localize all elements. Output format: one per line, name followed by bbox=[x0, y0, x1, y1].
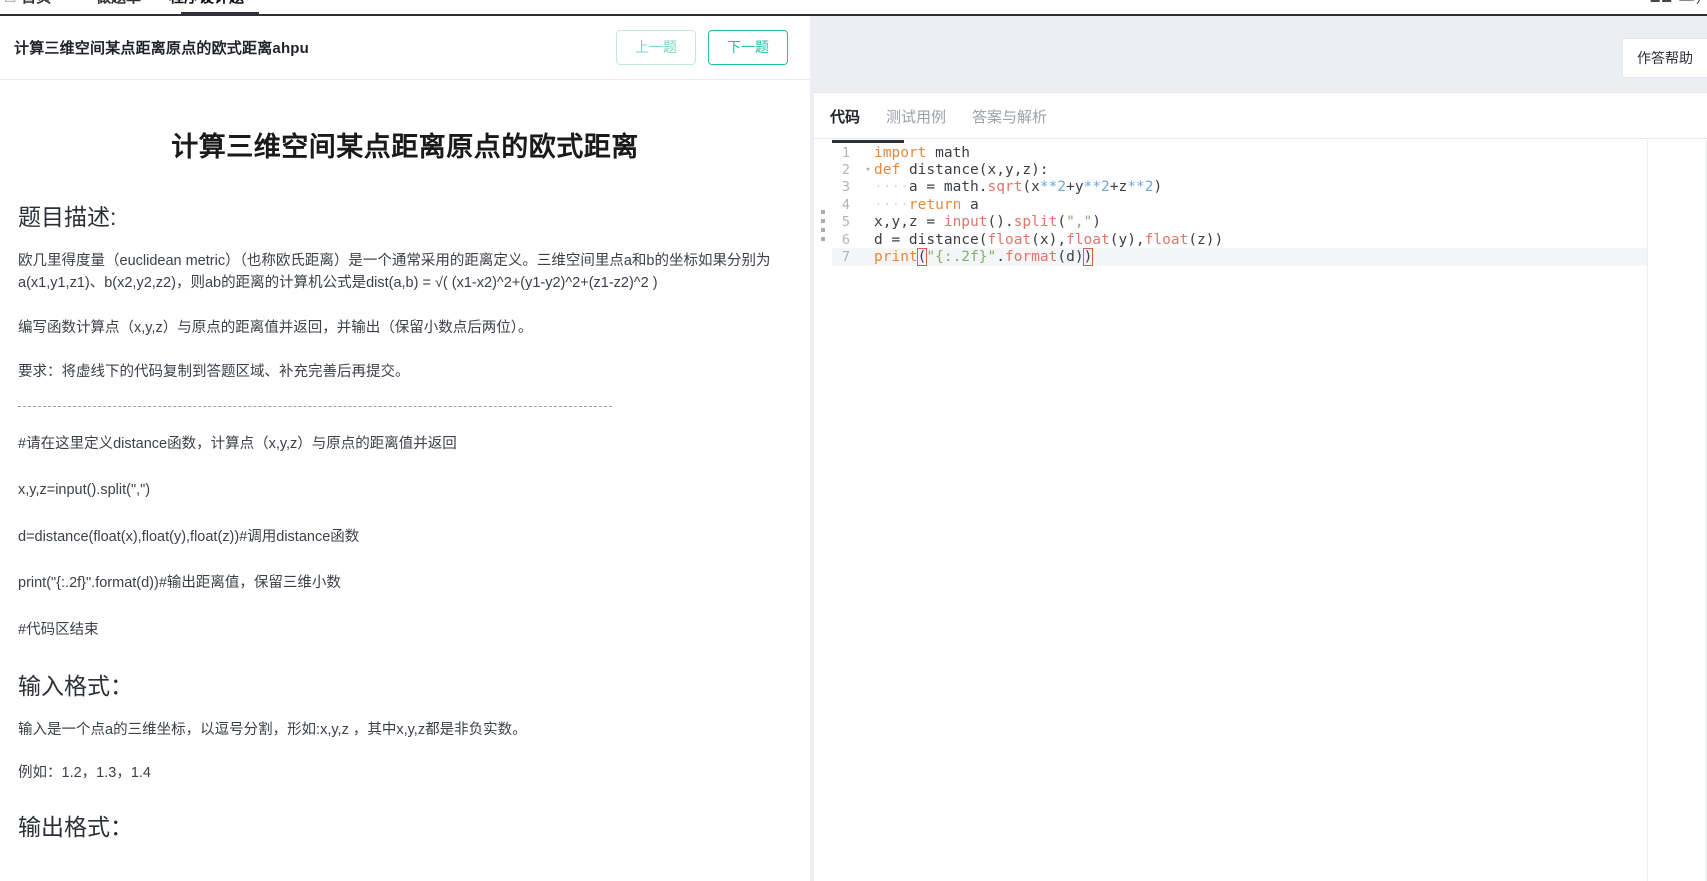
top-nav-item-0[interactable]: ▤ 首页 bbox=[4, 0, 51, 7]
template-line-2: x,y,z=input().split(",") bbox=[18, 482, 151, 499]
description-paragraph-1: 欧几里得度量（euclidean metric）（也称欧氏距离）是一个通常采用的… bbox=[18, 253, 771, 292]
editor-tab-0[interactable]: 代码 bbox=[830, 106, 860, 138]
top-nav-item-label: 做题单 bbox=[96, 0, 141, 7]
editor-minimap-divider bbox=[1647, 140, 1648, 881]
code-line[interactable]: 6 d = distance(float(x),float(y),float(z)… bbox=[832, 231, 1647, 248]
code-line[interactable]: 1 import math bbox=[832, 144, 1647, 161]
question-pane: 计算三维空间某点距离原点的欧式距离ahpu 上一题 下一题 计算三维空间某点距离… bbox=[0, 16, 810, 881]
code-line-text: def distance(x,y,z): bbox=[874, 162, 1049, 179]
drag-handle-icon[interactable] bbox=[821, 210, 825, 246]
editor-tabs: 代码 测试用例 答案与解析 bbox=[814, 93, 1707, 139]
top-nav-item-label: 程序设计题 bbox=[169, 0, 244, 7]
top-nav-item-label: 首页 bbox=[21, 0, 51, 7]
input-format-description: 输入是一个点a的三维坐标，以逗号分割，形如:x,y,z ，其中x,y,z都是非负… bbox=[18, 722, 527, 739]
template-line-4: print("{:.2f}".format(d))#输出距离值，保留三维小数 bbox=[18, 575, 341, 592]
code-line-text: import math bbox=[874, 144, 971, 161]
editor-tab-1[interactable]: 测试用例 bbox=[886, 106, 946, 138]
code-line-number: 7 bbox=[841, 249, 850, 266]
code-line-number: 6 bbox=[841, 231, 850, 248]
problem-heading: 计算三维空间某点距离原点的欧式距离 bbox=[171, 132, 639, 162]
description-heading: 题目描述: bbox=[18, 204, 117, 230]
template-line-3: d=distance(float(x),float(y),float(z))#调… bbox=[18, 528, 360, 545]
page-title: 计算三维空间某点距离原点的欧式距离ahpu bbox=[14, 40, 310, 57]
code-line-text: ····a = math.sqrt(x**2+y**2+z**2) bbox=[874, 179, 1163, 196]
code-line[interactable]: 3 ····a = math.sqrt(x**2+y**2+z**2) bbox=[832, 179, 1647, 196]
template-line-1: #请在这里定义distance函数，计算点（x,y,z）与原点的距离值并返回 bbox=[18, 435, 457, 452]
book-icon: ▤ bbox=[4, 0, 16, 4]
question-body: 计算三维空间某点距离原点的欧式距离 题目描述: 欧几里得度量（euclidean… bbox=[0, 81, 810, 881]
code-editor[interactable]: 1 import math 2 ▾ def distance(x,y,z): 3 ····a… bbox=[814, 140, 1707, 881]
code-line[interactable]: 5 x,y,z = input().split(",") bbox=[832, 214, 1647, 231]
code-line-number: 4 bbox=[841, 196, 850, 213]
dashed-divider bbox=[18, 405, 612, 407]
top-nav-item-1[interactable]: ★ 做题单 bbox=[79, 0, 141, 7]
code-line[interactable]: 4 ····return a bbox=[832, 196, 1647, 213]
answer-help-button[interactable]: 作答帮助 bbox=[1622, 38, 1707, 78]
question-header: 计算三维空间某点距离原点的欧式距离ahpu 上一题 下一题 bbox=[0, 16, 810, 80]
workspace: 计算三维空间某点距离原点的欧式距离ahpu 上一题 下一题 计算三维空间某点距离… bbox=[0, 16, 1707, 881]
output-format-heading: 输出格式： bbox=[18, 814, 133, 841]
input-format-heading: 输入格式： bbox=[18, 673, 133, 700]
editor-topbar: 作答帮助 bbox=[810, 16, 1707, 92]
editor-pane: 作答帮助 代码 测试用例 答案与解析 1 import math 2 ▾ def dista… bbox=[810, 16, 1707, 881]
description-paragraph-2: 编写函数计算点（x,y,z）与原点的距离值并返回，并输出（保留小数点后两位）。 bbox=[18, 319, 533, 336]
code-lines[interactable]: 1 import math 2 ▾ def distance(x,y,z): 3 ····a… bbox=[832, 144, 1647, 881]
editor-gutter-rail bbox=[814, 140, 832, 881]
code-fold-toggle-icon[interactable]: ▾ bbox=[862, 165, 874, 175]
template-line-5: #代码区结束 bbox=[18, 621, 99, 638]
prev-question-button[interactable]: 上一题 bbox=[616, 30, 696, 65]
user-icon: ◼◼ bbox=[1649, 0, 1672, 5]
code-line-number: 3 bbox=[841, 179, 850, 196]
code-line-number: 2 bbox=[841, 162, 850, 179]
editor-scroll-indicator bbox=[832, 140, 904, 143]
description-paragraph-3: 要求：将虚线下的代码复制到答题区域、补充完善后再提交。 bbox=[18, 364, 410, 381]
code-line-number: 1 bbox=[841, 144, 850, 161]
next-question-button[interactable]: 下一题 bbox=[708, 30, 788, 65]
code-line[interactable]: 7 print("{:.2f}".format(d)) bbox=[832, 248, 1647, 267]
star-icon: ★ bbox=[79, 0, 91, 4]
editor-tab-2[interactable]: 答案与解析 bbox=[972, 106, 1047, 138]
code-line-text: x,y,z = input().split(",") bbox=[874, 214, 1102, 231]
input-format-example: 例如：1.2，1.3，1.4 bbox=[18, 764, 151, 781]
top-nav-user-label: 二/) bbox=[1678, 0, 1701, 6]
code-line-text: ····return a bbox=[874, 196, 979, 213]
code-line-text: d = distance(float(x),float(y),float(z)) bbox=[874, 231, 1224, 248]
top-nav-item-2[interactable]: 程序设计题 bbox=[169, 0, 244, 7]
top-nav-user[interactable]: ◼◼ 二/) bbox=[1649, 0, 1701, 14]
editor-card: 代码 测试用例 答案与解析 1 import math 2 ▾ def distance(x… bbox=[814, 92, 1707, 881]
code-line[interactable]: 2 ▾ def distance(x,y,z): bbox=[832, 161, 1647, 178]
code-line-text: print("{:.2f}".format(d)) bbox=[874, 248, 1094, 267]
question-nav-buttons: 上一题 下一题 bbox=[616, 30, 788, 65]
code-line-number: 5 bbox=[841, 214, 850, 231]
